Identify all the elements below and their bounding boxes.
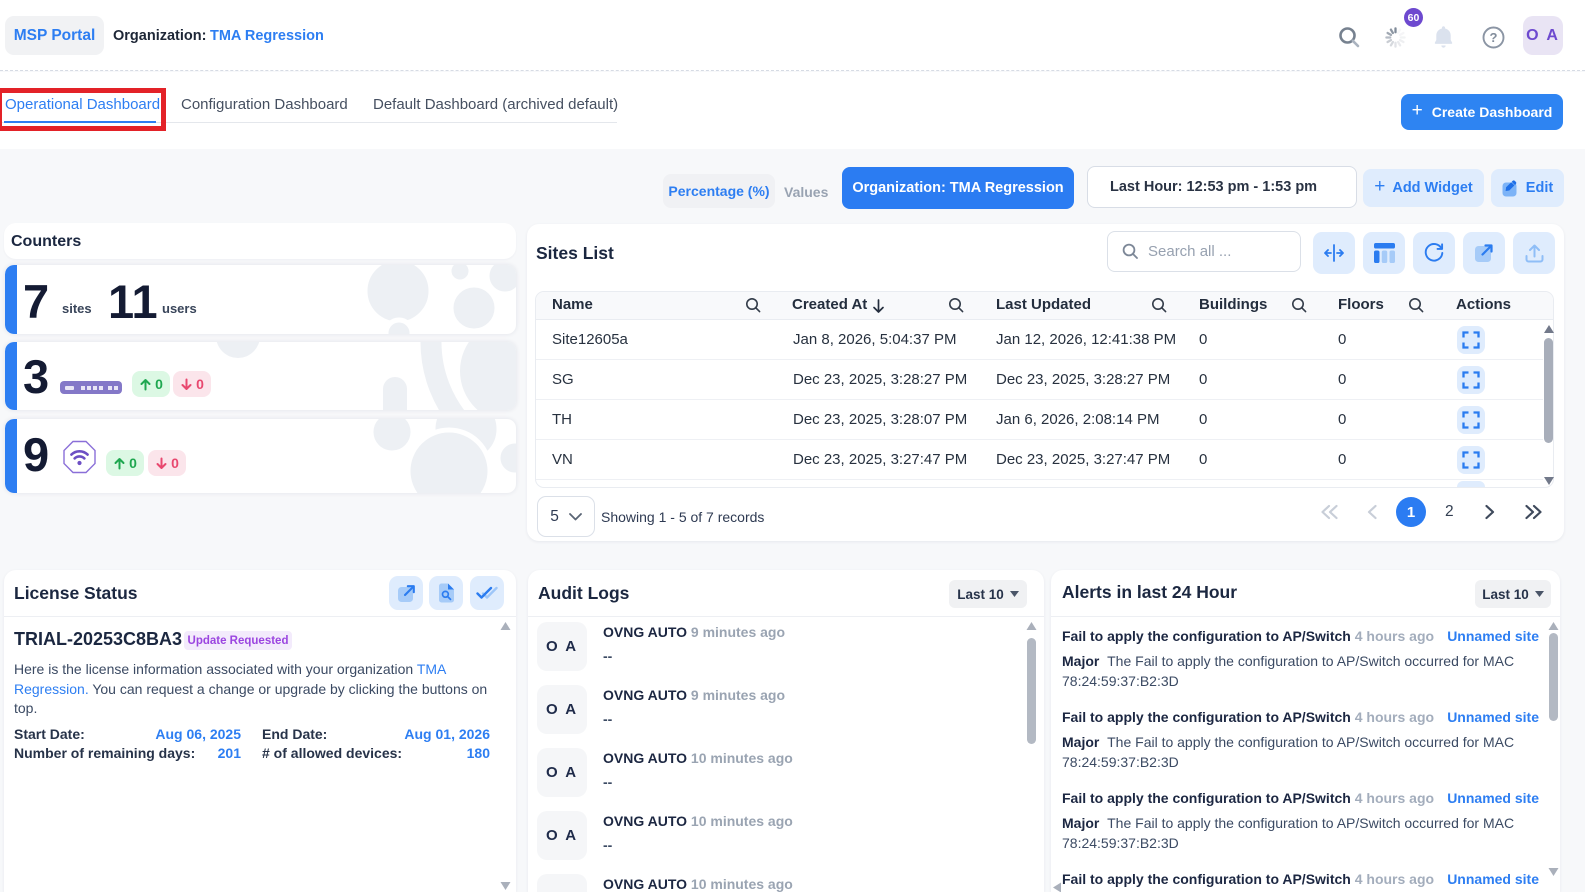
svg-text:?: ? [1490,30,1498,45]
